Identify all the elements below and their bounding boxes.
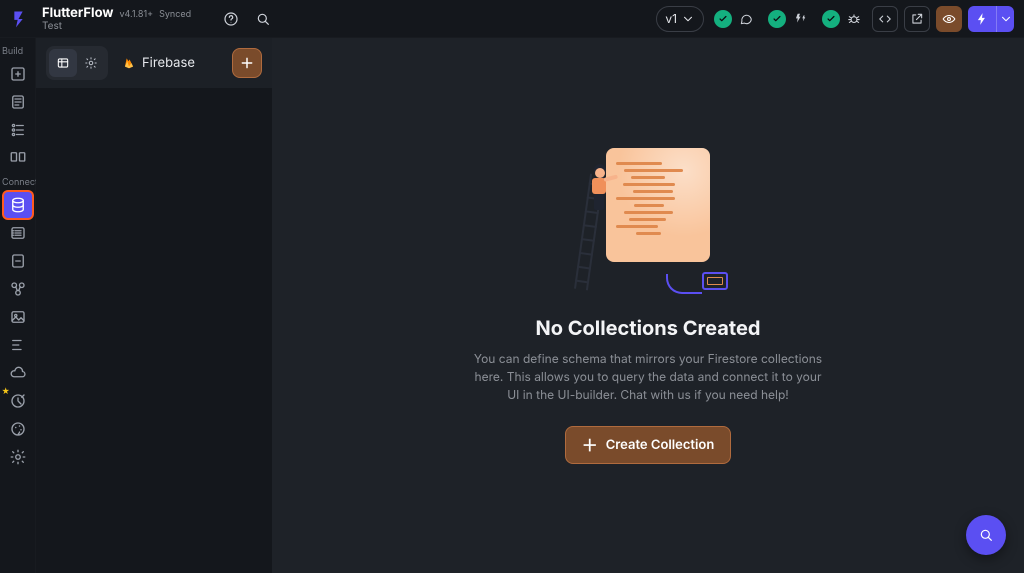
panel-mode-settings[interactable]	[77, 49, 105, 77]
rail-section-build: Build	[0, 46, 23, 57]
preview-button[interactable]	[936, 6, 962, 32]
lightning-pair-icon	[792, 11, 808, 27]
help-icon[interactable]	[217, 5, 245, 33]
rail-custom-functions[interactable]	[4, 332, 32, 358]
rail-data-types[interactable]	[4, 220, 32, 246]
search-icon[interactable]	[249, 5, 277, 33]
code-button[interactable]	[872, 6, 898, 32]
create-collection-button[interactable]: ＋ Create Collection	[565, 426, 732, 464]
bug-icon	[846, 11, 862, 27]
rail-pages[interactable]	[4, 89, 32, 115]
app-version: v4.1.81+	[119, 10, 153, 19]
empty-state-illustration	[568, 148, 728, 298]
rail-add-page[interactable]	[4, 61, 32, 87]
check-circle-icon	[714, 10, 732, 28]
empty-state-title: No Collections Created	[535, 316, 760, 340]
main-canvas: No Collections Created You can define sc…	[272, 38, 1024, 573]
run-button[interactable]	[968, 6, 996, 32]
rail-api-calls[interactable]	[4, 276, 32, 302]
open-external-button[interactable]	[904, 6, 930, 32]
firebase-icon	[122, 56, 136, 70]
search-help-icon	[978, 527, 994, 543]
rail-section-connect: Connect	[0, 177, 38, 188]
rail-storyboard[interactable]	[4, 145, 32, 171]
check-circle-icon	[822, 10, 840, 28]
version-dropdown[interactable]: v1	[656, 6, 704, 32]
empty-state-description: You can define schema that mirrors your …	[468, 350, 828, 404]
create-collection-label: Create Collection	[606, 437, 715, 453]
app-name: FlutterFlow	[42, 7, 113, 20]
project-name: Test	[42, 21, 191, 31]
chevron-down-icon	[681, 12, 695, 26]
rail-widget-tree[interactable]	[4, 117, 32, 143]
chat-bubble-icon	[738, 11, 754, 27]
project-title-block: FlutterFlow v4.1.81+ Synced Test	[42, 7, 191, 31]
version-label: v1	[665, 11, 677, 26]
rail-cloud-functions[interactable]	[4, 360, 32, 386]
check-circle-icon	[768, 10, 786, 28]
run-dropdown[interactable]	[996, 6, 1014, 32]
sidebar-rail: Build Connect ★	[0, 38, 36, 573]
panel-header: Firebase	[36, 38, 272, 88]
panel-mode-collections[interactable]	[49, 49, 77, 77]
help-fab[interactable]	[966, 515, 1006, 555]
sync-status: Synced	[159, 10, 191, 19]
status-chat-chip[interactable]	[710, 6, 758, 32]
firestore-panel: Firebase	[36, 38, 272, 573]
firebase-label: Firebase	[142, 55, 195, 71]
rail-theme[interactable]	[4, 416, 32, 442]
panel-body	[36, 88, 272, 573]
rail-firestore[interactable]	[4, 192, 32, 218]
top-header: FlutterFlow v4.1.81+ Synced Test v1	[0, 0, 1024, 38]
status-actions-chip[interactable]	[764, 6, 812, 32]
star-badge-icon: ★	[2, 386, 10, 396]
rail-media[interactable]	[4, 304, 32, 330]
rail-settings[interactable]	[4, 444, 32, 470]
status-bug-chip[interactable]	[818, 6, 866, 32]
firebase-chip[interactable]: Firebase	[122, 55, 195, 71]
rail-tests[interactable]: ★	[4, 388, 32, 414]
rail-app-state[interactable]	[4, 248, 32, 274]
flutterflow-logo-icon	[10, 8, 32, 30]
add-collection-button[interactable]	[232, 48, 262, 78]
panel-mode-switch	[46, 46, 108, 80]
